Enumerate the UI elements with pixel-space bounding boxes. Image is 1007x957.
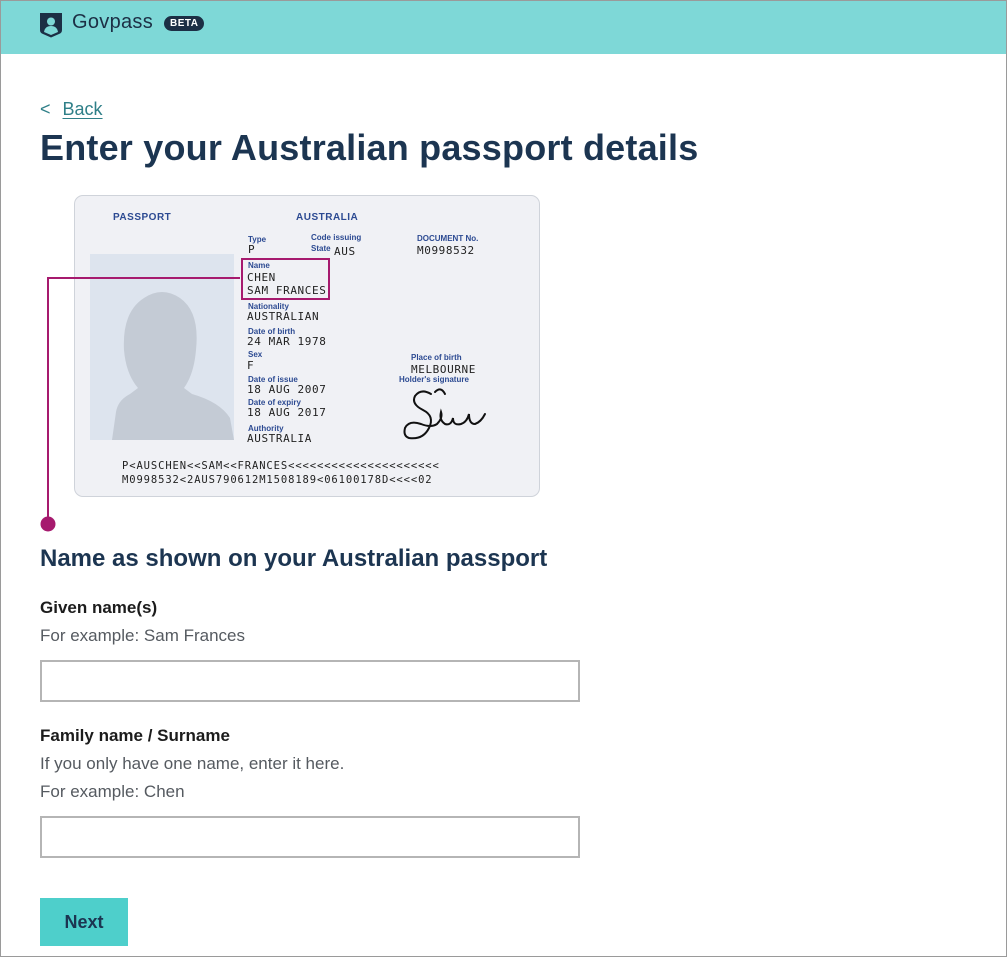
given-name-hint: For example: Sam Frances xyxy=(40,626,246,645)
next-button[interactable]: Next xyxy=(40,898,128,946)
passport-sex-value: F xyxy=(247,359,255,372)
user-shield-icon xyxy=(40,13,62,38)
passport-code-label-2: State xyxy=(311,244,331,253)
passport-authority-value: AUSTRALIA xyxy=(247,432,313,445)
passport-name-label: Name xyxy=(248,261,270,270)
passport-type-value: P xyxy=(248,243,256,256)
family-name-input[interactable] xyxy=(40,816,580,858)
passport-document-value: M0998532 xyxy=(417,244,475,257)
family-name-hint-1: If you only have one name, enter it here… xyxy=(40,754,345,773)
chevron-left-icon: < xyxy=(40,99,51,119)
passport-document-label: DOCUMENT No. xyxy=(417,234,479,243)
back-link-label[interactable]: Back xyxy=(63,99,103,119)
brand-name[interactable]: Govpass xyxy=(72,11,153,34)
site-header: Govpass BETA xyxy=(1,1,1006,54)
given-name-input[interactable] xyxy=(40,660,580,702)
passport-label: PASSPORT xyxy=(113,212,172,223)
back-link[interactable]: < Back xyxy=(40,99,103,120)
family-name-label: Family name / Surname xyxy=(40,726,230,745)
passport-code-label-1: Code issuing xyxy=(311,233,362,242)
beta-badge: BETA xyxy=(164,16,205,31)
passport-code-value: AUS xyxy=(334,245,356,258)
passport-mrz-line-1: P<AUSCHEN<<SAM<<FRANCES<<<<<<<<<<<<<<<<<… xyxy=(122,460,440,472)
passport-photo xyxy=(90,254,234,440)
passport-issue-value: 18 AUG 2007 xyxy=(247,383,327,396)
family-name-hint-2: For example: Chen xyxy=(40,782,185,801)
page-title: Enter your Australian passport details xyxy=(40,127,699,168)
section-title: Name as shown on your Australian passpor… xyxy=(40,545,548,572)
connector-dot-icon xyxy=(40,516,56,532)
passport-sample-image: PASSPORT AUSTRALIA Type P Code issuing S… xyxy=(74,195,540,497)
passport-signature-label: Holder's signature xyxy=(399,375,469,384)
passport-pob-label: Place of birth xyxy=(411,353,462,362)
passport-expiry-value: 18 AUG 2017 xyxy=(247,406,327,419)
passport-nationality-value: AUSTRALIAN xyxy=(247,310,320,323)
given-name-label: Given name(s) xyxy=(40,598,158,617)
page-frame: Govpass BETA < Back Enter your Australian… xyxy=(0,0,1007,957)
passport-dob-value: 24 MAR 1978 xyxy=(247,335,327,348)
passport-mrz-line-2: M0998532<2AUS790612M1508189<06100178D<<<… xyxy=(122,474,433,486)
passport-given-value: SAM FRANCES xyxy=(247,284,327,297)
person-silhouette-icon xyxy=(112,292,234,440)
passport-sex-label: Sex xyxy=(248,350,263,359)
signature-icon xyxy=(403,388,486,440)
passport-country-label: AUSTRALIA xyxy=(296,212,359,223)
passport-surname-value: CHEN xyxy=(247,271,276,284)
